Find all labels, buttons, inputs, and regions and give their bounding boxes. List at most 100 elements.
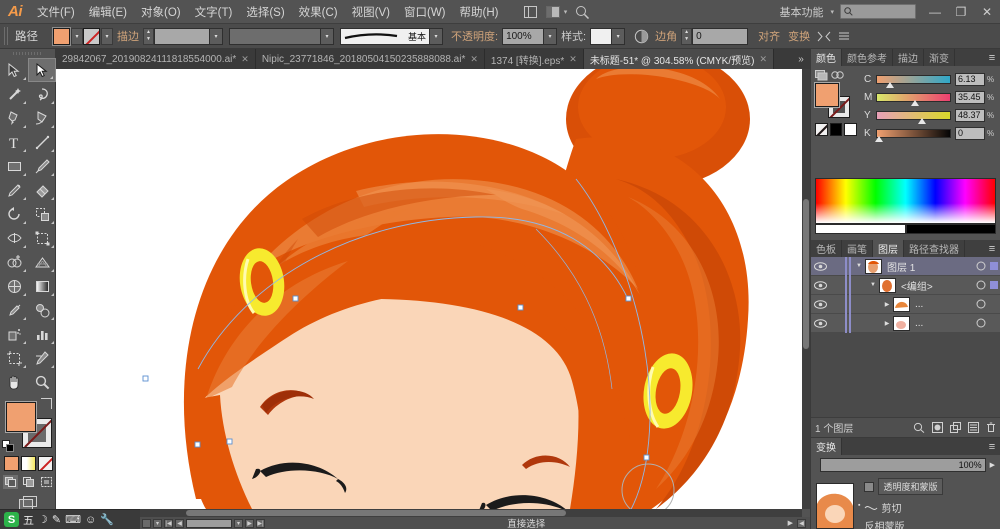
panel-tab-brushes[interactable]: 画笔 [842,240,873,257]
isolate-icon[interactable] [814,27,834,45]
tool-rectangle[interactable] [0,154,28,178]
graphic-style-swatch[interactable] [590,27,613,45]
stroke-profile-dropdown-icon[interactable]: ▾ [321,27,334,45]
vertical-scroll-thumb[interactable] [803,199,809,349]
panel-tab-pathfinder[interactable]: 路径查找器 [904,240,965,257]
new-sublayer-icon[interactable] [950,422,961,433]
invert-mask-label[interactable]: 反相蒙版 [864,522,904,529]
status-resize-grip[interactable]: ◀ [797,518,806,528]
menu-view[interactable]: 视图(V) [345,1,397,23]
panel-tab-gradient[interactable]: 渐变 [924,49,955,66]
black-slider[interactable] [875,128,951,142]
doc-tab-3-close-icon[interactable]: ✕ [569,54,577,65]
clip-label[interactable]: 剪切 [881,500,901,515]
menu-type[interactable]: 文字(T) [188,1,240,23]
panel-tab-color[interactable]: 颜色 [811,49,842,66]
layer-expand-icon-3[interactable]: ▶ [881,301,893,308]
graphic-style-dropdown-icon[interactable]: ▾ [612,27,626,45]
new-layer-icon[interactable] [968,422,979,433]
stroke-indicator-icon[interactable] [831,70,844,81]
layer-select-indicator-2[interactable] [988,281,1000,289]
workspace-switcher-icon[interactable]: ▾ [545,3,567,21]
doc-tab-2[interactable]: Nipic_23771846_20180504150235888088.ai* … [255,49,485,69]
layer-target-icon-1[interactable] [974,261,988,271]
close-button[interactable]: ✕ [974,1,1000,23]
stroke-weight-dropdown-icon[interactable]: ▾ [210,27,223,45]
search-input[interactable] [853,6,913,17]
color-panel-fill-swatch[interactable] [814,82,840,108]
search-box[interactable] [840,4,916,19]
tool-width[interactable] [0,226,28,250]
tool-column-graph[interactable] [28,322,56,346]
tool-gradient[interactable] [28,274,56,298]
ime-pen-icon[interactable]: ✎ [52,513,61,526]
tool-magic-wand[interactable] [0,82,28,106]
artboard-dropdown-icon[interactable]: ▾ [234,518,243,528]
workspace-label[interactable]: 基本功能 [775,4,827,20]
stock-search-icon[interactable] [571,3,593,21]
menu-object[interactable]: 对象(O) [134,1,188,23]
artboard-next-icon[interactable]: ▶ [245,518,254,528]
menu-effect[interactable]: 效果(C) [292,1,345,23]
stroke-weight-input[interactable] [154,27,210,45]
draw-mode-inside[interactable] [39,475,54,489]
cyan-slider-thumb[interactable] [886,81,895,90]
layer-name-1[interactable]: 图层 1 [882,259,974,274]
color-mode-none[interactable] [37,456,53,471]
canvas-vertical-scrollbar[interactable] [802,69,810,509]
link-icon[interactable]: ▪ [858,502,860,509]
layer-target-icon-3[interactable] [974,299,988,309]
toolbar-fill-swatch[interactable] [5,401,37,433]
yellow-value[interactable]: 48.37 [955,108,985,122]
color-mode-gradient[interactable] [20,456,36,471]
tool-direct-selection[interactable] [28,58,56,82]
color-spectrum-ramp[interactable] [815,178,996,224]
corner-stepper[interactable]: ▲ ▼ [681,27,693,45]
artboard-first-icon[interactable]: |◀ [164,518,173,528]
control-bar-grip[interactable] [4,27,10,45]
corner-input[interactable]: 0 [692,27,749,45]
layer-visibility-icon-3[interactable] [811,299,829,309]
yellow-slider[interactable] [876,110,951,124]
fill-swatch[interactable] [52,26,71,46]
panel-opacity-input[interactable]: 100% [820,458,986,472]
panel-tab-transform[interactable]: 变换 [811,438,842,455]
tool-hand[interactable] [0,370,28,394]
draw-mode-normal[interactable] [2,475,18,489]
color-mode-color[interactable] [3,456,19,471]
magenta-value[interactable]: 35.45 [955,90,985,104]
ime-mode-label[interactable]: 五 [23,512,34,528]
spectrum-white[interactable] [815,224,906,234]
layer-expand-icon-4[interactable]: ▶ [881,320,893,327]
recolor-artwork-icon[interactable] [631,27,651,45]
tool-line-segment[interactable] [28,130,56,154]
panel-tab-stroke[interactable]: 描边 [893,49,924,66]
layer-name-4[interactable]: ... [910,318,974,329]
mask-thumbnail[interactable] [864,481,875,492]
tool-perspective-grid[interactable] [28,250,56,274]
layer-visibility-icon-2[interactable] [811,280,829,290]
yellow-slider-thumb[interactable] [918,117,927,126]
arrange-documents-icon[interactable] [519,3,541,21]
layer-row-4[interactable]: ▶ ... [811,313,1000,333]
tool-eraser[interactable] [28,178,56,202]
swatch-white[interactable] [844,123,858,136]
tool-symbol-sprayer[interactable] [0,322,28,346]
panel-opacity-chevron-icon[interactable]: ▶ [990,461,995,469]
tool-rotate[interactable] [0,202,28,226]
tool-paintbrush[interactable] [28,154,56,178]
make-mask-button[interactable]: 透明度和蒙版 [878,478,943,495]
layer-row-1[interactable]: ▼ 图层 1 [811,256,1000,276]
tool-eyedropper[interactable] [0,298,28,322]
brush-definition-input[interactable]: 基本 [340,27,430,45]
layer-target-icon-4[interactable] [974,318,988,328]
tool-scale[interactable] [28,202,56,226]
zoom-level-input[interactable] [142,518,151,528]
restore-button[interactable]: ❐ [948,1,974,23]
tool-curvature[interactable] [28,106,56,130]
control-bar-menu-icon[interactable] [834,27,854,45]
tool-shape-builder[interactable] [0,250,28,274]
tool-shaper[interactable] [0,178,28,202]
panel-tab-color-guide[interactable]: 颜色参考 [842,49,893,66]
menu-file[interactable]: 文件(F) [30,1,82,23]
